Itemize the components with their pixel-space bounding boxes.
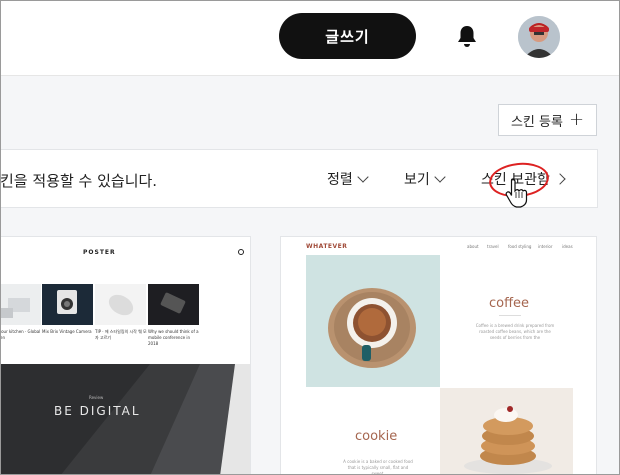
coffee-divider	[499, 315, 521, 316]
bell-icon[interactable]	[455, 24, 479, 50]
register-skin-label: 스킨 등록	[510, 114, 563, 130]
poster-caption-4: Why we should think of a mobile conferen…	[148, 329, 199, 346]
coffee-image	[306, 255, 440, 387]
user-avatar[interactable]	[518, 16, 560, 58]
poster-thumb-1	[0, 284, 41, 325]
chevron-down-icon	[357, 171, 369, 183]
banner-subtitle: Review	[89, 395, 104, 400]
nav-interior: interior	[538, 244, 553, 249]
sort-dropdown[interactable]: 정렬	[327, 169, 369, 189]
hand-cursor-icon	[505, 178, 528, 208]
view-label: 보기	[404, 172, 430, 188]
nav-ideas: ideas	[562, 244, 573, 249]
banner-title: BE DIGITAL	[54, 404, 141, 418]
cookie-image	[440, 388, 573, 474]
toolbar-description: 킨을 적용할 수 있습니다.	[0, 172, 158, 190]
poster-banner	[0, 364, 250, 474]
search-icon	[238, 249, 244, 255]
write-button[interactable]: 글쓰기	[279, 13, 416, 59]
register-skin-button[interactable]: 스킨 등록 +	[498, 104, 597, 136]
poster-thumb-phone	[148, 284, 199, 325]
skin-card-poster[interactable]: POSTER ...y, your kitchen · Global Kitch…	[0, 236, 251, 475]
chevron-down-icon	[434, 171, 446, 183]
view-dropdown[interactable]: 보기	[404, 169, 446, 189]
nav-travel: travel	[487, 244, 499, 249]
plus-icon: +	[568, 109, 585, 130]
coffee-title: coffee	[489, 296, 530, 311]
coffee-text: Coffee is a brewed drink prepared from r…	[475, 323, 555, 340]
poster-caption-1: ...y, your kitchen · Global Kitchen	[0, 329, 41, 340]
nav-about: about	[467, 244, 479, 249]
cookie-text: A cookie is a baked or cooked food that …	[343, 459, 413, 475]
chevron-right-icon	[554, 173, 566, 185]
nav-food-styling: food styling	[508, 244, 532, 249]
poster-thumb-camera	[42, 284, 93, 325]
poster-caption-2: Mix Brix Vintage Camera	[42, 329, 92, 334]
poster-caption-3: TIP · 에 스타일링의 시작 웨 모자 고르기	[95, 329, 147, 340]
cookie-title: cookie	[355, 429, 398, 444]
skin-card-whatever[interactable]: WHATEVER about travel food styling inter…	[280, 236, 597, 475]
whatever-logo: WHATEVER	[306, 243, 348, 250]
top-bar: 글쓰기	[0, 0, 620, 76]
poster-thumb-mouse	[95, 284, 146, 325]
poster-logo: POSTER	[83, 249, 116, 256]
sort-label: 정렬	[327, 172, 353, 188]
